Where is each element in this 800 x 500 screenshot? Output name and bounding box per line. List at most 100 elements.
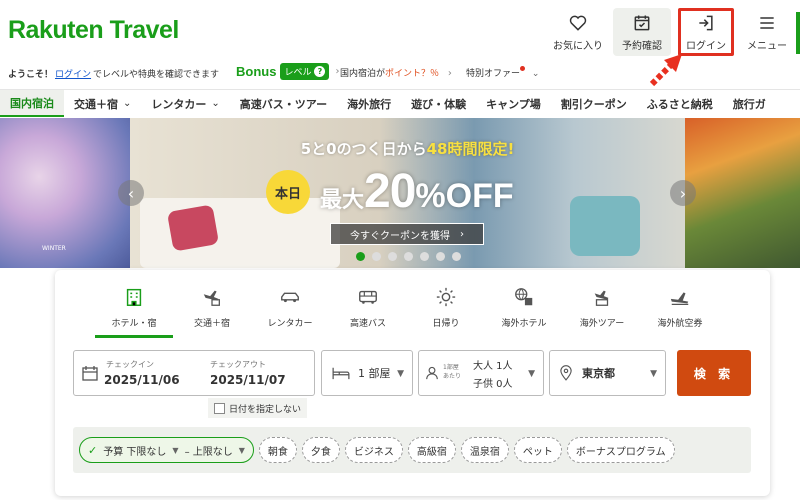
destination-select[interactable]: 東京都 ▼ xyxy=(549,350,666,396)
carousel-dot[interactable] xyxy=(388,252,397,261)
search-button[interactable]: 検 索 xyxy=(677,350,751,396)
budget-lower: 予算 下限なし xyxy=(103,446,167,458)
filter-chip[interactable]: 朝食 xyxy=(258,437,297,463)
level-info-text: でレベルや特典を確認できます xyxy=(93,69,220,80)
search-tab[interactable]: 日帰り xyxy=(407,284,485,338)
category-label: 遊び・体験 xyxy=(411,97,467,111)
carousel-dot[interactable] xyxy=(356,252,365,261)
get-coupon-button[interactable]: 今すぐクーポンを獲得 › xyxy=(330,223,484,245)
search-tab[interactable]: 海外航空券 xyxy=(641,284,719,338)
filter-chip[interactable]: ビジネス xyxy=(344,437,403,463)
filter-chip[interactable]: ボーナスプログラム xyxy=(566,437,675,463)
search-tab[interactable]: 交通＋宿 xyxy=(173,284,251,338)
carousel-dot[interactable] xyxy=(452,252,461,261)
category-tab[interactable]: 交通＋宿 ⌄ xyxy=(64,90,141,117)
level-badge[interactable]: レベル ? xyxy=(280,63,330,80)
side-banner-left[interactable]: WINTER xyxy=(0,118,130,268)
discount-text: 最大20%OFF xyxy=(320,164,514,219)
side-banner-right[interactable] xyxy=(685,118,800,268)
bed-icon xyxy=(332,367,350,380)
globe-hotel-icon xyxy=(515,288,533,306)
reservation-check-button[interactable]: 予約確認 xyxy=(613,8,671,56)
welcome-text: ようこそ！ xyxy=(8,69,54,80)
login-icon xyxy=(699,15,713,30)
date-picker[interactable]: チェックイン 2025/11/06 チェックアウト 2025/11/07 xyxy=(73,350,315,396)
checkout-value[interactable]: 2025/11/07 xyxy=(210,373,286,387)
children-value: 子供 0人 xyxy=(473,379,513,390)
notification-dot xyxy=(520,66,526,71)
category-nav: 国内宿泊 交通＋宿 ⌄ レンタカー ⌄ 高速バス・ツアー 海外旅行 遊び・体験 キャンプ場 割引ク… xyxy=(0,89,800,117)
discount-prefix: 最大 xyxy=(320,187,365,212)
rakuten-travel-logo[interactable]: Rakuten Travel xyxy=(8,16,179,45)
calendar-icon xyxy=(82,366,98,381)
category-tab[interactable]: 旅行ガ xyxy=(723,90,776,117)
chevron-down-icon: ⌄ xyxy=(211,98,220,109)
chevron-right-icon: › xyxy=(460,228,464,240)
carousel-dot[interactable] xyxy=(404,252,413,261)
category-tab[interactable]: 遊び・体験 xyxy=(401,90,476,117)
category-tab[interactable]: 割引クーポン xyxy=(551,90,637,117)
login-button[interactable]: ログイン xyxy=(678,8,734,56)
bonus-program[interactable]: Bonus レベル ? › xyxy=(236,63,339,80)
favorites-button[interactable]: お気に入り xyxy=(552,8,604,56)
header-edge-accent xyxy=(796,12,800,54)
banner-headline: 5と0のつく日から48時間限定! xyxy=(130,138,685,159)
carousel-dot[interactable] xyxy=(436,252,445,261)
plane-tour-icon xyxy=(594,290,609,306)
points-info[interactable]: 国内宿泊がポイント？％ › xyxy=(340,66,452,79)
carousel-next-button[interactable]: › xyxy=(670,180,696,206)
banner-headline-a: 5と0のつく日から xyxy=(300,140,427,158)
category-tab[interactable]: 国内宿泊 xyxy=(0,90,64,117)
search-tab[interactable]: 高速バス xyxy=(329,284,407,338)
special-offer-label: 特別オファー xyxy=(466,69,521,79)
search-tab[interactable]: 海外ツアー xyxy=(563,284,641,338)
menu-label: メニュー xyxy=(747,40,787,52)
filter-bar: ✓ 予算 下限なし ▼ – 上限なし ▼ 朝食 夕食 ビジネス 高級宿 温泉宿 ペット ボー… xyxy=(73,427,751,473)
category-label: 交通＋宿 xyxy=(74,97,118,111)
caret-down-icon: ▼ xyxy=(650,369,657,379)
search-tab[interactable]: レンタカー xyxy=(251,284,329,338)
caret-down-icon: ▼ xyxy=(397,369,404,379)
discount-number: 20 xyxy=(364,165,416,218)
category-tab[interactable]: ふるさと納税 xyxy=(637,90,723,117)
carousel-prev-button[interactable]: ‹ xyxy=(118,180,144,206)
category-tab[interactable]: 海外旅行 xyxy=(337,90,401,117)
hamburger-icon xyxy=(760,16,774,29)
filter-chip[interactable]: 夕食 xyxy=(301,437,340,463)
category-label: ふるさと納税 xyxy=(646,97,713,111)
red-pointer-arrow-icon xyxy=(649,54,682,87)
hotel-icon xyxy=(126,288,142,306)
category-tab[interactable]: キャンプ場 xyxy=(476,90,551,117)
caret-down-icon: ▼ xyxy=(528,369,535,379)
calendar-check-icon xyxy=(634,15,650,30)
login-link[interactable]: ログイン xyxy=(55,67,91,80)
category-label: 海外旅行 xyxy=(347,97,392,111)
car-icon xyxy=(281,292,299,303)
per-room-line2: あたり xyxy=(443,373,462,380)
points-prefix: 国内宿泊が xyxy=(340,69,386,79)
search-tab[interactable]: 海外ホテル xyxy=(485,284,563,338)
caret-down-icon: ▼ xyxy=(238,445,245,455)
category-tab[interactable]: レンタカー ⌄ xyxy=(141,90,229,117)
search-tabs: ホテル・宿 交通＋宿 レンタカー 高速バス 日帰り 海外ホテル 海外ツアー 海外航空券 xyxy=(95,284,719,338)
checkbox-box[interactable] xyxy=(214,402,225,414)
budget-filter[interactable]: ✓ 予算 下限なし ▼ – 上限なし ▼ xyxy=(79,437,254,463)
rooms-select[interactable]: 1 部屋 ▼ xyxy=(321,350,413,396)
checkin-value[interactable]: 2025/11/06 xyxy=(104,373,180,387)
filter-chip[interactable]: ペット xyxy=(513,437,562,463)
search-tab[interactable]: ホテル・宿 xyxy=(95,284,173,338)
carousel-dot[interactable] xyxy=(372,252,381,261)
filter-chip[interactable]: 高級宿 xyxy=(407,437,456,463)
rooms-value: 1 部屋 xyxy=(358,367,391,380)
promo-banner[interactable]: WINTER 5と0のつく日から48時間限定! 本日 最大20%OFF 今すぐク… xyxy=(0,118,800,268)
no-date-checkbox[interactable]: 日付を指定しない xyxy=(208,398,308,418)
menu-button[interactable]: メニュー xyxy=(740,8,794,56)
main-banner-slide[interactable]: 5と0のつく日から48時間限定! 本日 最大20%OFF 今すぐクーポンを獲得 … xyxy=(130,118,685,268)
category-tab[interactable]: 高速バス・ツアー xyxy=(230,90,337,117)
filter-chip[interactable]: 温泉宿 xyxy=(460,437,509,463)
search-tab-label: 高速バス xyxy=(349,319,386,329)
carousel-dot[interactable] xyxy=(420,252,429,261)
guests-select[interactable]: 1部屋 あたり 大人 1人 子供 0人 ▼ xyxy=(418,350,544,396)
search-tab-label: 交通＋宿 xyxy=(193,319,230,329)
special-offer-dropdown[interactable]: 特別オファー ⌄ xyxy=(466,66,539,79)
